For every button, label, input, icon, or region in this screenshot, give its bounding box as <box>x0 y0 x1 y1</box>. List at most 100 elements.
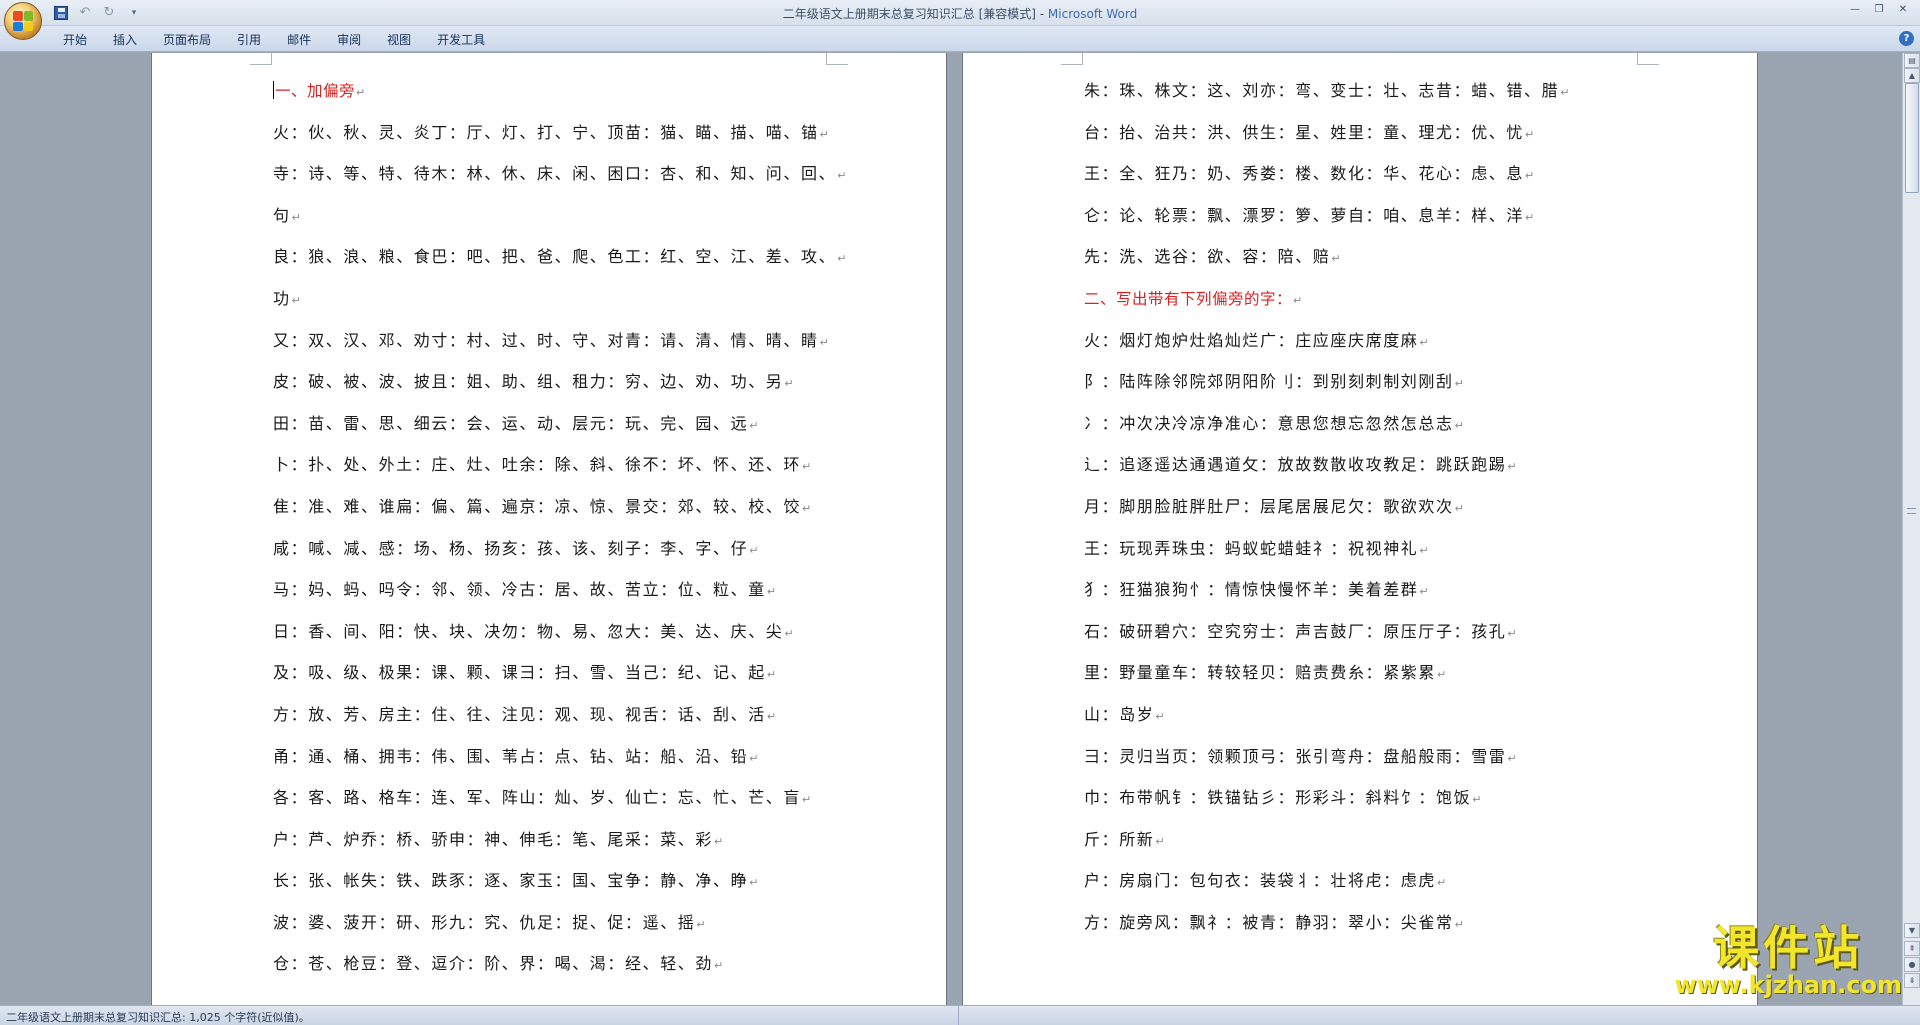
scroll-down-icon[interactable]: ▼ <box>1904 923 1920 938</box>
text-line[interactable]: 月：脚朋脸脏胖肚尸：层尾居展尼欠：歌欲欢次↵ <box>1084 492 1674 534</box>
line-text: 火：伙、秋、灵、炎丁：厅、灯、打、宁、顶苗：猫、瞄、描、喵、锚 <box>273 122 819 142</box>
text-line[interactable]: 仑：论、轮票：飘、漂罗：箩、萝自：咱、息羊：样、洋↵ <box>1084 201 1674 243</box>
watermark-logo-text: 课件站 <box>1713 921 1864 975</box>
split-grip-icon[interactable] <box>1907 508 1916 514</box>
help-icon[interactable]: ? <box>1899 31 1914 46</box>
text-line[interactable]: 句↵ <box>273 201 843 243</box>
text-line[interactable]: 朱：珠、株文：这、刘亦：弯、变士：壮、志昔：蜡、错、腊↵ <box>1084 76 1674 118</box>
word-count-status[interactable]: 二年级语文上册期末总复习知识汇总: 1,025 个字符(近似值)。 <box>6 1009 310 1025</box>
text-line[interactable]: 火：烟灯炮炉灶焰灿烂广：庄应座庆席度麻↵ <box>1084 326 1674 368</box>
ruler-toggle-icon[interactable]: ▤ <box>1904 53 1920 68</box>
text-line[interactable]: 犭：狂猫狼狗忄：情惊快慢怀羊：美着差群↵ <box>1084 575 1674 617</box>
text-line[interactable]: 巾：布带帆钅：铁锚钻彡：形彩斗：斜料饣：饱饭↵ <box>1084 783 1674 825</box>
paragraph-mark-icon: ↵ <box>802 460 812 474</box>
tab-developer[interactable]: 开发工具 <box>424 30 498 49</box>
paragraph-mark-icon: ↵ <box>356 86 366 99</box>
text-line[interactable]: 阝：陆阵除邻院郊阴阳阶刂：到别刻刺制刘刚刮↵ <box>1084 367 1674 409</box>
text-line[interactable]: 台：抬、治共：洪、供生：星、姓里：童、理尤：优、忧↵ <box>1084 118 1674 160</box>
line-text: 朱：珠、株文：这、刘亦：弯、变士：壮、志昔：蜡、错、腊 <box>1084 81 1560 100</box>
text-line[interactable]: 隹：准、难、谁扁：偏、篇、遍京：凉、惊、景交：郊、较、校、饺↵ <box>273 492 843 534</box>
text-line[interactable]: 田：苗、雷、思、细云：会、运、动、层元：玩、完、园、远↵ <box>273 409 843 451</box>
text-line[interactable]: 马：妈、蚂、吗令：邻、领、冷古：居、故、苦立：位、粒、童↵ <box>273 575 843 617</box>
line-text: 卜：扑、处、外土：庄、灶、吐余：除、斜、徐不：坏、怀、还、环 <box>273 455 802 475</box>
paragraph-mark-icon: ↵ <box>1472 793 1482 807</box>
tab-view[interactable]: 视图 <box>374 30 424 49</box>
line-text: 月：脚朋脸脏胖肚尸：层尾居展尼欠：歌欲欢次 <box>1084 496 1454 516</box>
text-line[interactable]: 卜：扑、处、外土：庄、灶、吐余：除、斜、徐不：坏、怀、还、环↵ <box>273 450 843 492</box>
text-line[interactable]: 功↵ <box>273 284 843 326</box>
text-line[interactable]: 各：客、路、格车：连、军、阵山：灿、岁、仙亡：忘、忙、芒、盲↵ <box>273 783 843 825</box>
text-line[interactable]: 石：破研碧穴：空究穷士：声吉鼓厂：原压厅子：孩孔↵ <box>1084 617 1674 659</box>
text-line[interactable]: 方：放、芳、房主：住、往、注见：观、现、视舌：话、刮、活↵ <box>273 700 843 742</box>
watermark-url: www.kjzhan.com <box>1674 971 1902 999</box>
paragraph-mark-icon: ↵ <box>1155 709 1165 723</box>
page-left[interactable]: 一、加偏旁↵ 火：伙、秋、灵、炎丁：厅、灯、打、宁、顶苗：猫、瞄、描、喵、锚↵ 寺：… <box>151 53 947 1005</box>
text-line[interactable]: 良：狼、浪、粮、食巴：吧、把、爸、爬、色工：红、空、江、差、攻、↵ <box>273 242 846 284</box>
line-text: 辶：追逐遥达通遇道攵：放故数散收攻教足：跳跃跑踢 <box>1084 455 1507 475</box>
paragraph-mark-icon: ↵ <box>784 377 794 391</box>
text-line[interactable]: 户：芦、炉乔：桥、骄申：神、伸毛：笔、尾采：菜、彩↵ <box>273 825 843 867</box>
text-line[interactable]: 辶：追逐遥达通遇道攵：放故数散收攻教足：跳跃跑踢↵ <box>1084 450 1674 492</box>
tab-page-layout[interactable]: 页面布局 <box>150 30 224 49</box>
scroll-thumb[interactable] <box>1905 83 1919 193</box>
text-line[interactable]: 波：婆、菠开：研、形九：究、仇足：捉、促：遥、摇↵ <box>273 908 843 950</box>
close-icon[interactable]: ✕ <box>1892 2 1914 18</box>
tab-insert[interactable]: 插入 <box>100 30 150 49</box>
text-line[interactable]: 里：野量童车：转较轻贝：赔责费糸：紧紫累↵ <box>1084 658 1674 700</box>
text-line[interactable]: 又：双、汉、邓、劝寸：村、过、时、守、对青：请、清、情、晴、睛↵ <box>273 326 843 368</box>
text-line[interactable]: 仓：苍、枪豆：登、逗介：阶、界：喝、渴：经、轻、劲↵ <box>273 949 843 991</box>
text-line[interactable]: 日：香、间、阳：快、块、决勿：物、易、忽大：美、达、庆、尖↵ <box>273 617 843 659</box>
paragraph-mark-icon: ↵ <box>1437 876 1447 890</box>
left-page-text[interactable]: 一、加偏旁↵ 火：伙、秋、灵、炎丁：厅、灯、打、宁、顶苗：猫、瞄、描、喵、锚↵ 寺：… <box>273 76 846 991</box>
text-line[interactable]: 彐：灵归当页：领颗顶弓：张引弯舟：盘船般雨：雪雷↵ <box>1084 742 1674 784</box>
line-text: 里：野量童车：转较轻贝：赔责费糸：紧紫累 <box>1084 663 1437 683</box>
line-text: 彐：灵归当页：领颗顶弓：张引弯舟：盘船般雨：雪雷 <box>1084 746 1507 766</box>
site-watermark: 课件站 www.kjzhan.com <box>1675 924 1902 998</box>
tab-references[interactable]: 引用 <box>224 30 274 49</box>
text-line[interactable]: 王：全、狂乃：奶、秀娄：楼、数化：华、花心：虑、息↵ <box>1084 159 1674 201</box>
text-line[interactable]: 先：洗、选谷：欲、容：陪、赔↵ <box>1084 242 1674 284</box>
text-line[interactable]: 火：伙、秋、灵、炎丁：厅、灯、打、宁、顶苗：猫、瞄、描、喵、锚↵ <box>273 118 843 160</box>
document-title: 二年级语文上册期末总复习知识汇总 [兼容模式] - <box>782 7 1048 21</box>
scroll-up-icon[interactable]: ▲ <box>1904 68 1920 83</box>
text-line[interactable]: 山：岛岁↵ <box>1084 700 1674 742</box>
text-line[interactable]: 长：张、帐失：铁、跌豕：逐、家玉：国、宝争：静、净、睁↵ <box>273 866 843 908</box>
minimize-icon[interactable]: — <box>1844 2 1866 18</box>
line-text: 户：房扇门：包句衣：装袋丬：壮将虍：虑虎 <box>1084 871 1437 891</box>
line-text: 各：客、路、格车：连、军、阵山：灿、岁、仙亡：忘、忙、芒、盲 <box>273 788 802 808</box>
restore-icon[interactable]: ❐ <box>1868 2 1890 18</box>
text-line[interactable]: 皮：破、被、波、披且：姐、助、组、租力：穷、边、劝、功、另↵ <box>273 367 843 409</box>
text-line[interactable]: 及：吸、级、极果：课、颗、课彐：扫、雪、当己：纪、记、起↵ <box>273 658 843 700</box>
browse-object-icon[interactable]: ● <box>1904 957 1920 972</box>
line-text: 火：烟灯炮炉灶焰灿烂广：庄应座庆席度麻 <box>1084 330 1419 350</box>
section-heading[interactable]: 一、加偏旁↵ <box>273 76 843 118</box>
text-line[interactable]: 斤：所新↵ <box>1084 825 1674 867</box>
line-text: 良：狼、浪、粮、食巴：吧、把、爸、爬、色工：红、空、江、差、攻、 <box>273 247 837 267</box>
line-text: 冫：冲次决冷凉净准心：意思您想忘忽然怎总志 <box>1084 413 1454 433</box>
office-button[interactable] <box>4 2 42 40</box>
previous-page-icon[interactable]: ⇞ <box>1904 941 1920 956</box>
text-line[interactable]: 冫：冲次决冷凉净准心：意思您想忘忽然怎总志↵ <box>1084 409 1674 451</box>
text-line[interactable]: 方：旋旁风：飘礻：被青：静羽：翠小：尖雀常↵ <box>1084 908 1674 950</box>
next-page-icon[interactable]: ⇟ <box>1904 973 1920 988</box>
tab-home[interactable]: 开始 <box>50 30 100 49</box>
title-bar: ↶ ↻ ▾ 二年级语文上册期末总复习知识汇总 [兼容模式] - Microsof… <box>0 0 1920 40</box>
page-gap <box>947 53 962 1005</box>
right-page-text[interactable]: 朱：珠、株文：这、刘亦：弯、变士：壮、志昔：蜡、错、腊↵ 台：抬、治共：洪、供生：… <box>1084 76 1674 949</box>
text-line[interactable]: 咸：喊、减、感：场、杨、扬亥：孩、该、刻子：李、字、仔↵ <box>273 534 843 576</box>
page-right[interactable]: 朱：珠、株文：这、刘亦：弯、变士：壮、志昔：蜡、错、腊↵ 台：抬、治共：洪、供生：… <box>962 53 1758 1005</box>
paragraph-mark-icon: ↵ <box>1507 626 1517 640</box>
section-heading[interactable]: 二、写出带有下列偏旁的字：↵ <box>1084 284 1674 326</box>
tab-mailings[interactable]: 邮件 <box>274 30 324 49</box>
paragraph-mark-icon: ↵ <box>784 626 794 640</box>
text-line[interactable]: 户：房扇门：包句衣：装袋丬：壮将虍：虑虎↵ <box>1084 866 1674 908</box>
document-area[interactable]: 一、加偏旁↵ 火：伙、秋、灵、炎丁：厅、灯、打、宁、顶苗：猫、瞄、描、喵、锚↵ 寺：… <box>0 53 1902 1005</box>
paragraph-mark-icon: ↵ <box>1293 293 1303 307</box>
text-line[interactable]: 甬：通、桶、拥韦：伟、围、苇占：点、钻、站：船、沿、铅↵ <box>273 742 843 784</box>
text-line[interactable]: 王：玩现弄珠虫：蚂蚁蛇蜡蛙礻：祝视神礼↵ <box>1084 534 1674 576</box>
text-line[interactable]: 寺：诗、等、特、待木：林、休、床、闲、困口：杏、和、知、问、回、↵ <box>273 159 846 201</box>
vertical-scrollbar[interactable]: ▤ ▲ ▼ ⇞ ● ⇟ <box>1902 53 1920 1005</box>
window-controls: — ❐ ✕ <box>1844 2 1914 18</box>
line-text: 咸：喊、减、感：场、杨、扬亥：孩、该、刻子：李、字、仔 <box>273 538 749 558</box>
tab-review[interactable]: 审阅 <box>324 30 374 49</box>
